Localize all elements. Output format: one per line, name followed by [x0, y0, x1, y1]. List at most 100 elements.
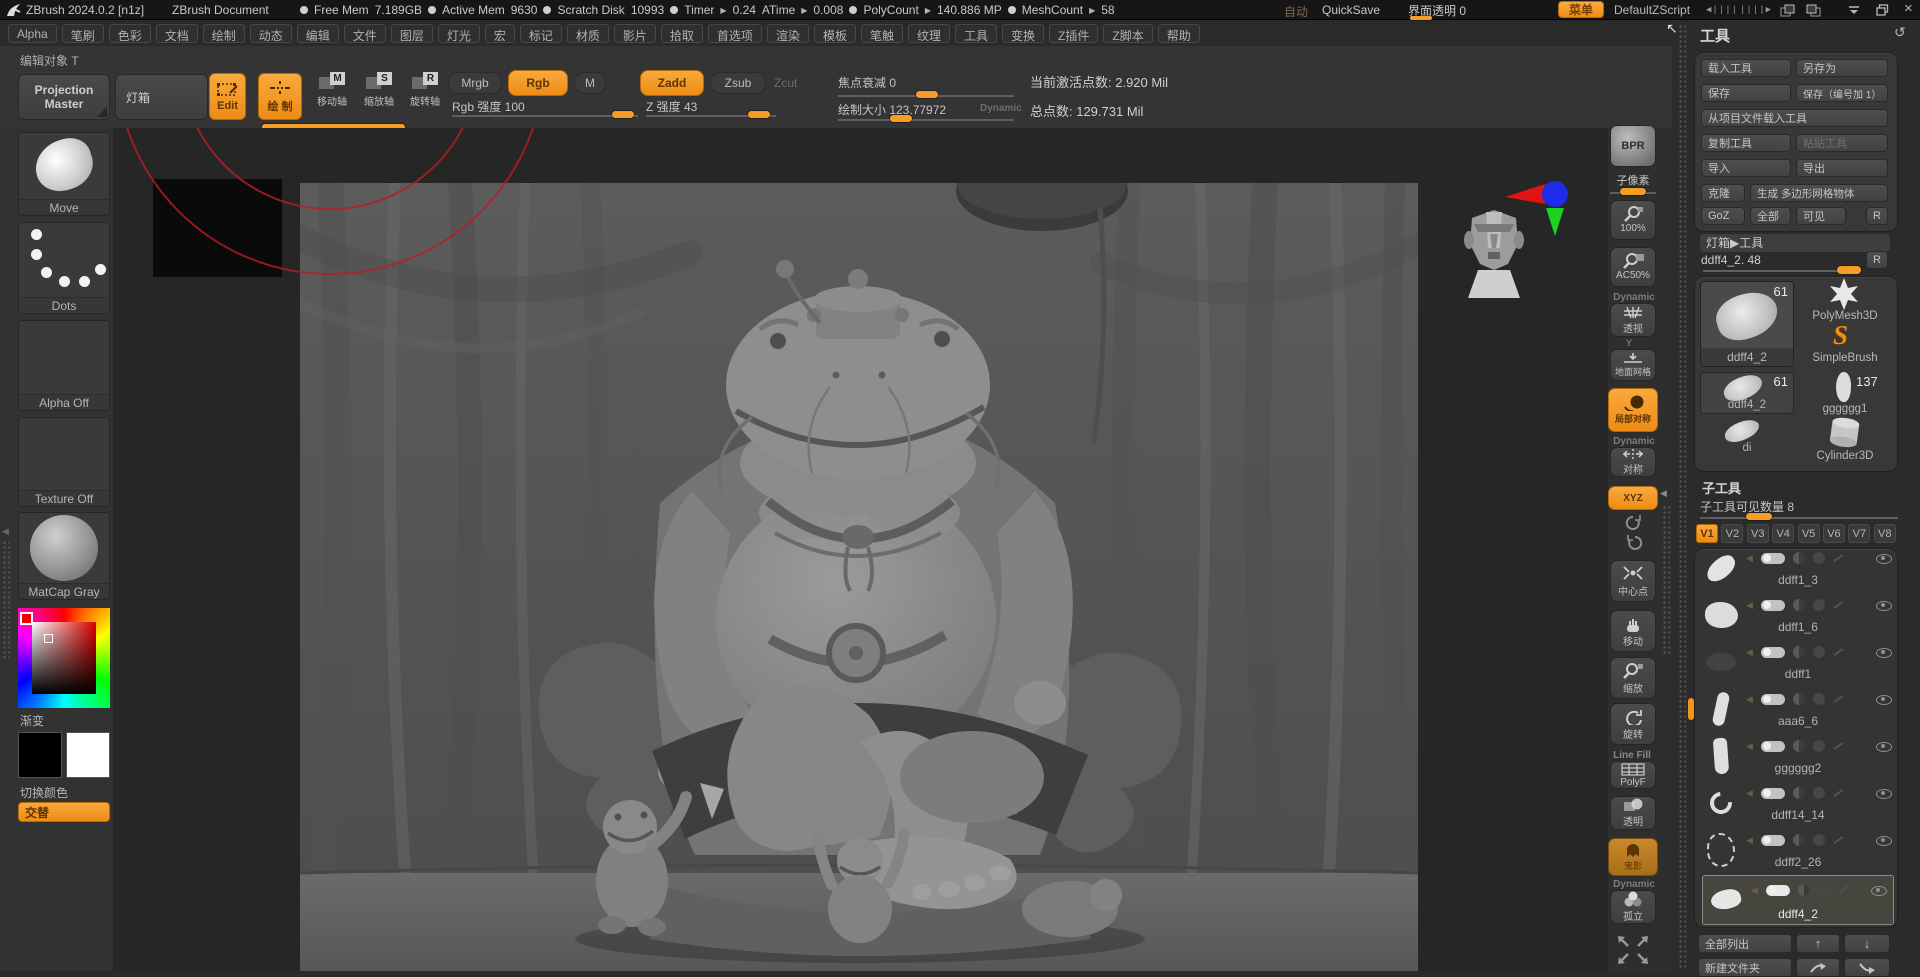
polypaint-icon[interactable] — [1761, 741, 1785, 752]
deform-icon[interactable] — [1813, 834, 1825, 846]
paste-tool-button[interactable]: 粘贴工具 — [1796, 134, 1888, 152]
mask-icon[interactable] — [1833, 648, 1843, 656]
tab-v8[interactable]: V8 — [1874, 524, 1896, 543]
polyframe-button[interactable]: PolyF — [1610, 761, 1656, 789]
mask-icon[interactable] — [1833, 742, 1843, 750]
dynamic-draw-size-label[interactable]: Dynamic — [980, 103, 1022, 114]
deform-icon[interactable] — [1818, 884, 1830, 896]
deform-icon[interactable] — [1813, 599, 1825, 611]
mask-icon[interactable] — [1833, 695, 1843, 703]
focal-shift-knob[interactable] — [916, 91, 938, 98]
menu-item-material[interactable]: 材质 — [567, 24, 609, 43]
antialiased-half-button[interactable]: AC50% — [1610, 247, 1656, 287]
subpixel-knob[interactable] — [1620, 188, 1646, 195]
brush-icon[interactable]: ◀ — [1746, 788, 1753, 799]
projection-master-button[interactable]: Projection Master — [18, 74, 110, 120]
tab-v7[interactable]: V7 — [1848, 524, 1870, 543]
polypaint-icon[interactable] — [1761, 647, 1785, 658]
rotate-view-button[interactable]: 旋转 — [1610, 703, 1656, 745]
sculpt-icon[interactable] — [1793, 693, 1805, 705]
zsub-button[interactable]: Zsub — [710, 72, 766, 94]
rgb-intensity-track[interactable] — [452, 115, 638, 117]
visibility-eye-icon[interactable] — [1876, 554, 1892, 564]
switch-colors-button[interactable]: 切换颜色 — [20, 784, 68, 801]
polypaint-icon[interactable] — [1761, 788, 1785, 799]
brush-selector[interactable]: Move — [18, 132, 110, 216]
make-polymesh3d-button[interactable]: 生成 多边形网格物体 — [1750, 184, 1888, 202]
active-tool-r-button[interactable]: R — [1866, 251, 1888, 269]
menu-item-dynamesh[interactable]: 动态 — [250, 24, 292, 43]
brush-icon[interactable]: ◀ — [1746, 647, 1753, 658]
mask-icon[interactable] — [1833, 789, 1843, 797]
material-selector[interactable]: MatCap Gray — [18, 512, 110, 600]
swap-colors-button[interactable]: 交替 — [18, 802, 110, 822]
viewport[interactable] — [113, 128, 1608, 971]
polypaint-icon[interactable] — [1766, 885, 1790, 896]
edit-mode-button[interactable]: Edit — [209, 73, 246, 120]
move-to-folder-button[interactable] — [1796, 958, 1840, 977]
cylinder3d-icon[interactable] — [1828, 417, 1862, 449]
palette-dock-right-icon[interactable] — [1806, 4, 1822, 17]
ui-opacity-knob[interactable] — [1410, 16, 1432, 20]
rgb-intensity-slider-label[interactable]: Rgb 强度 100 — [452, 98, 525, 115]
hue-cursor[interactable] — [20, 612, 33, 625]
new-folder-button[interactable]: 新建文件夹 — [1698, 958, 1792, 977]
stroke-selector[interactable]: Dots — [18, 222, 110, 314]
lightbox-button[interactable]: 灯箱 — [115, 74, 208, 120]
deform-icon[interactable] — [1813, 693, 1825, 705]
visibility-eye-icon[interactable] — [1876, 742, 1892, 752]
menu-item-draw[interactable]: 绘制 — [203, 24, 245, 43]
panel-scrollbar[interactable] — [1678, 24, 1686, 969]
xpose-arrows-icon[interactable] — [1614, 932, 1652, 968]
bpr-render-button[interactable]: BPR — [1610, 125, 1656, 167]
xyz-symmetry-button[interactable]: XYZ — [1608, 486, 1658, 510]
deform-icon[interactable] — [1813, 552, 1825, 564]
quicksave-button[interactable]: QuickSave — [1322, 3, 1380, 17]
alpha-selector[interactable]: Alpha Off — [18, 320, 110, 411]
pan-move-button[interactable]: 移动 — [1610, 610, 1656, 652]
texture-selector[interactable]: Texture Off — [18, 417, 110, 507]
tab-v4[interactable]: V4 — [1772, 524, 1794, 543]
subtool-up-button[interactable]: ↑ — [1796, 934, 1840, 953]
solo-button[interactable]: 孤立 — [1610, 890, 1656, 924]
tab-v5[interactable]: V5 — [1798, 524, 1820, 543]
sculpt-icon[interactable] — [1793, 552, 1805, 564]
sculpt-icon[interactable] — [1798, 884, 1810, 896]
visibility-eye-icon[interactable] — [1876, 601, 1892, 611]
left-scroll-arrow-icon[interactable]: ◀ — [2, 526, 9, 537]
transparent-button[interactable]: 透明 — [1610, 796, 1656, 830]
tab-v3[interactable]: V3 — [1747, 524, 1769, 543]
z-intensity-slider-label[interactable]: Z 强度 43 — [646, 98, 697, 115]
divider-grip-left-icon[interactable]: ◀|||| — [1706, 5, 1738, 15]
menu-item-texture[interactable]: 纹理 — [908, 24, 950, 43]
gggggg1-label[interactable]: gggggg1 — [1800, 403, 1890, 415]
subtool-count-knob[interactable] — [1746, 513, 1772, 520]
goz-r-button[interactable]: R — [1866, 207, 1888, 225]
subpixel-slider-label[interactable]: 子像素 — [1606, 172, 1660, 188]
divider-grip-right-icon[interactable]: ||||▶ — [1740, 5, 1772, 15]
palette-refresh-icon[interactable]: ↺ — [1894, 24, 1906, 41]
deform-icon[interactable] — [1813, 740, 1825, 752]
subtool-count-track[interactable] — [1700, 517, 1898, 519]
frame-button[interactable]: 中心点 — [1610, 560, 1656, 602]
polypaint-icon[interactable] — [1761, 694, 1785, 705]
menu-item-transform[interactable]: 变换 — [1002, 24, 1044, 43]
m-button[interactable]: M — [574, 72, 606, 94]
brush-icon[interactable]: ◀ — [1746, 600, 1753, 611]
menu-item-picker[interactable]: 拾取 — [661, 24, 703, 43]
mrgb-button[interactable]: Mrgb — [448, 72, 502, 94]
di-tool-thumbnail[interactable]: di — [1700, 420, 1794, 458]
brush-icon[interactable]: ◀ — [1746, 835, 1753, 846]
current-tool-thumbnail[interactable]: 61 ddff4_2 — [1700, 281, 1794, 367]
sculpt-icon[interactable] — [1793, 599, 1805, 611]
tab-v2[interactable]: V2 — [1721, 524, 1743, 543]
menu-item-render[interactable]: 渲染 — [767, 24, 809, 43]
rotate-gyro-button[interactable]: R 旋转轴 — [404, 72, 446, 108]
camera-orientation-widget[interactable] — [1462, 172, 1580, 302]
simplebrush-label[interactable]: SimpleBrush — [1800, 352, 1890, 364]
menu-item-stencil[interactable]: 模板 — [814, 24, 856, 43]
draw-size-knob[interactable] — [890, 115, 912, 122]
mask-icon[interactable] — [1833, 601, 1843, 609]
mask-icon[interactable] — [1838, 886, 1848, 894]
close-button[interactable]: × — [1904, 2, 1913, 16]
